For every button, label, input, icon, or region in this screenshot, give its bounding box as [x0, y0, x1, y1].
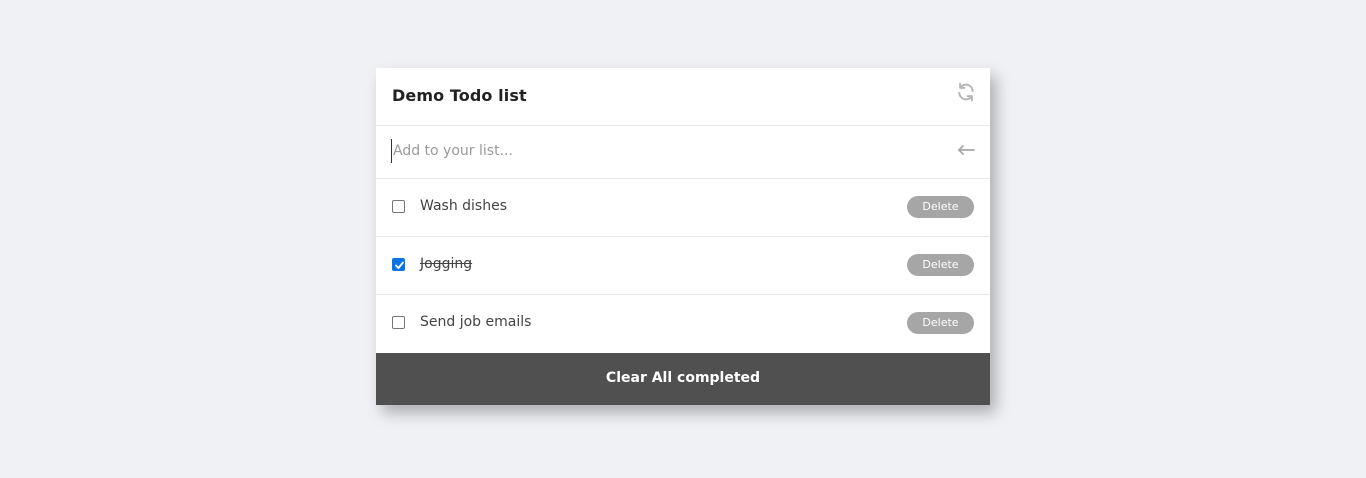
- list-item: Send job emails Delete: [376, 295, 990, 353]
- list-item: Wash dishes Delete: [376, 179, 990, 237]
- add-item-input[interactable]: [391, 139, 933, 163]
- arrow-left-icon[interactable]: [957, 143, 975, 157]
- add-item-row: [376, 126, 990, 179]
- item-checkbox[interactable]: [392, 316, 405, 329]
- todo-list: Wash dishes Delete Jogging Delete Send j…: [376, 179, 990, 353]
- delete-button[interactable]: Delete: [907, 312, 974, 334]
- item-checkbox[interactable]: [392, 258, 405, 271]
- card-header: Demo Todo list: [376, 68, 990, 126]
- clear-completed-button[interactable]: Clear All completed: [376, 353, 990, 405]
- refresh-icon[interactable]: [956, 82, 976, 102]
- item-label: Jogging: [420, 256, 473, 272]
- item-checkbox[interactable]: [392, 200, 405, 213]
- card-title: Demo Todo list: [392, 86, 527, 105]
- item-label: Wash dishes: [420, 198, 507, 214]
- delete-button[interactable]: Delete: [907, 196, 974, 218]
- delete-button[interactable]: Delete: [907, 254, 974, 276]
- list-item: Jogging Delete: [376, 237, 990, 295]
- todo-card: Demo Todo list Wash dishes Delete Joggin: [376, 68, 990, 405]
- item-label: Send job emails: [420, 314, 532, 330]
